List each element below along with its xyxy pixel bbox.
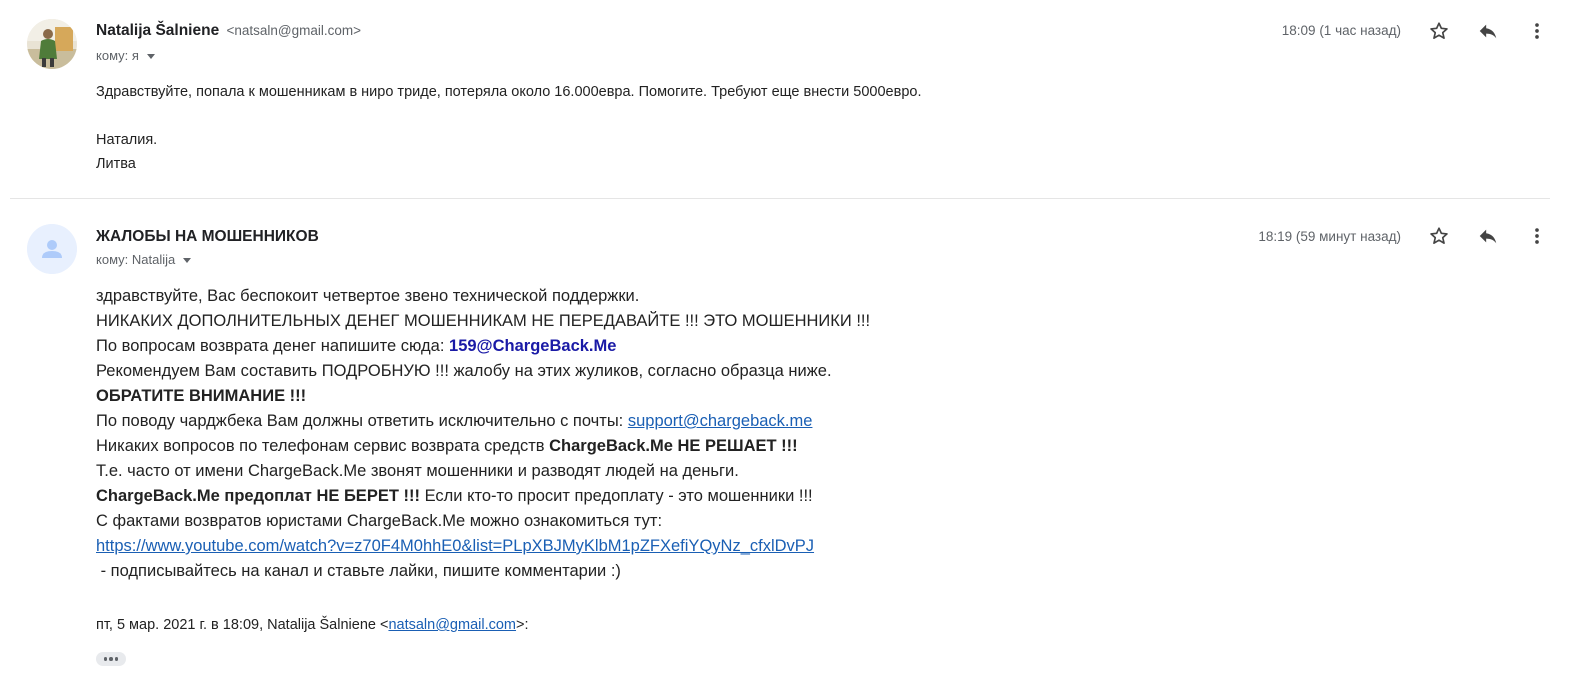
sender[interactable]: Natalija Šalniene <natsaln@gmail.com> xyxy=(96,22,361,40)
message-divider xyxy=(10,198,1550,199)
quoted-suffix: >: xyxy=(516,617,529,633)
dot xyxy=(114,657,119,661)
quoted-email-link[interactable]: natsaln@gmail.com xyxy=(388,617,516,633)
recipient-dropdown[interactable]: кому: Natalija xyxy=(96,252,192,267)
attention-heading: ОБРАТИТЕ ВНИМАНИЕ !!! xyxy=(96,387,307,405)
sender-avatar[interactable] xyxy=(27,19,77,69)
avatar-photo xyxy=(27,19,77,69)
message-body: здравствуйте, Вас беспокоит четвертое зв… xyxy=(96,284,870,584)
quoted-prefix: пт, 5 мар. 2021 г. в 18:09, Natalija Šal… xyxy=(96,617,389,633)
message-body: Здравствуйте, попала к мошенникам в ниро… xyxy=(96,80,921,176)
youtube-link[interactable]: https://www.youtube.com/watch?v=z70F4M0h… xyxy=(96,537,814,555)
body-line: С фактами возвратов юристами ChargeBack.… xyxy=(96,512,663,530)
body-bold-text: ChargeBack.Me НЕ РЕШАЕТ !!! xyxy=(549,437,798,455)
body-line: - подписывайтесь на канал и ставьте лайк… xyxy=(96,562,621,580)
recipient-label: кому: Natalija xyxy=(96,252,176,267)
message-time[interactable]: 18:19 (59 минут назад) xyxy=(1258,229,1401,244)
support-email-link[interactable]: support@chargeback.me xyxy=(628,412,813,430)
more-vert-icon xyxy=(1535,228,1539,244)
reply-icon xyxy=(1479,24,1497,39)
dot xyxy=(109,657,113,661)
reply-button[interactable] xyxy=(1474,222,1502,250)
sender-avatar[interactable] xyxy=(27,224,77,274)
body-text: Если кто-то просит предоплату - это моше… xyxy=(419,487,813,505)
body-line: НИКАКИХ ДОПОЛНИТЕЛЬНЫХ ДЕНЕГ МОШЕННИКАМ … xyxy=(96,312,871,330)
body-line: Литва xyxy=(96,156,136,172)
body-text: Никаких вопросов по телефонам сервис воз… xyxy=(96,437,550,455)
message-time[interactable]: 18:09 (1 час назад) xyxy=(1282,23,1401,38)
body-line: Рекомендуем Вам составить ПОДРОБНУЮ !!! … xyxy=(96,362,832,380)
more-button[interactable] xyxy=(1523,222,1551,250)
body-line: По поводу чарджбека Вам должны ответить … xyxy=(96,409,870,434)
body-bold-text: ChargeBack.Me предоплат НЕ БЕРЕТ !!! xyxy=(96,487,420,505)
show-trimmed-content-button[interactable] xyxy=(96,652,126,666)
body-line: здравствуйте, Вас беспокоит четвертое зв… xyxy=(96,287,640,305)
body-line: ChargeBack.Me предоплат НЕ БЕРЕТ !!! Есл… xyxy=(96,484,870,509)
body-text: По вопросам возврата денег напишите сюда… xyxy=(96,337,450,355)
sender-name: ЖАЛОБЫ НА МОШЕННИКОВ xyxy=(96,228,319,245)
quoted-header: пт, 5 мар. 2021 г. в 18:09, Natalija Šal… xyxy=(96,617,529,633)
reply-icon xyxy=(1479,229,1497,244)
recipient-dropdown[interactable]: кому: я xyxy=(96,48,155,63)
more-vert-icon xyxy=(1535,23,1539,39)
contact-email: 159@ChargeBack.Me xyxy=(449,337,617,355)
star-button[interactable] xyxy=(1425,17,1453,45)
more-horiz-icon xyxy=(103,657,108,661)
body-line: Т.е. часто от имени ChargeBack.Me звонят… xyxy=(96,462,739,480)
sender-name: Natalija Šalniene xyxy=(96,22,220,39)
body-line: Здравствуйте, попала к мошенникам в ниро… xyxy=(96,84,922,100)
caret-down-icon[interactable] xyxy=(183,258,192,263)
caret-down-icon[interactable] xyxy=(146,54,155,59)
body-line: Наталия. xyxy=(96,132,158,148)
star-icon xyxy=(1430,227,1448,244)
star-button[interactable] xyxy=(1425,222,1453,250)
body-line: По вопросам возврата денег напишите сюда… xyxy=(96,334,870,359)
more-button[interactable] xyxy=(1523,17,1551,45)
body-line: Никаких вопросов по телефонам сервис воз… xyxy=(96,434,870,459)
sender[interactable]: ЖАЛОБЫ НА МОШЕННИКОВ xyxy=(96,228,319,246)
body-line: https://www.youtube.com/watch?v=z70F4M0h… xyxy=(96,534,870,559)
person-icon xyxy=(27,224,77,274)
recipient-label: кому: я xyxy=(96,48,139,63)
star-icon xyxy=(1430,22,1448,39)
sender-email: <natsaln@gmail.com> xyxy=(226,23,362,38)
reply-button[interactable] xyxy=(1474,17,1502,45)
body-text: По поводу чарджбека Вам должны ответить … xyxy=(96,412,628,430)
